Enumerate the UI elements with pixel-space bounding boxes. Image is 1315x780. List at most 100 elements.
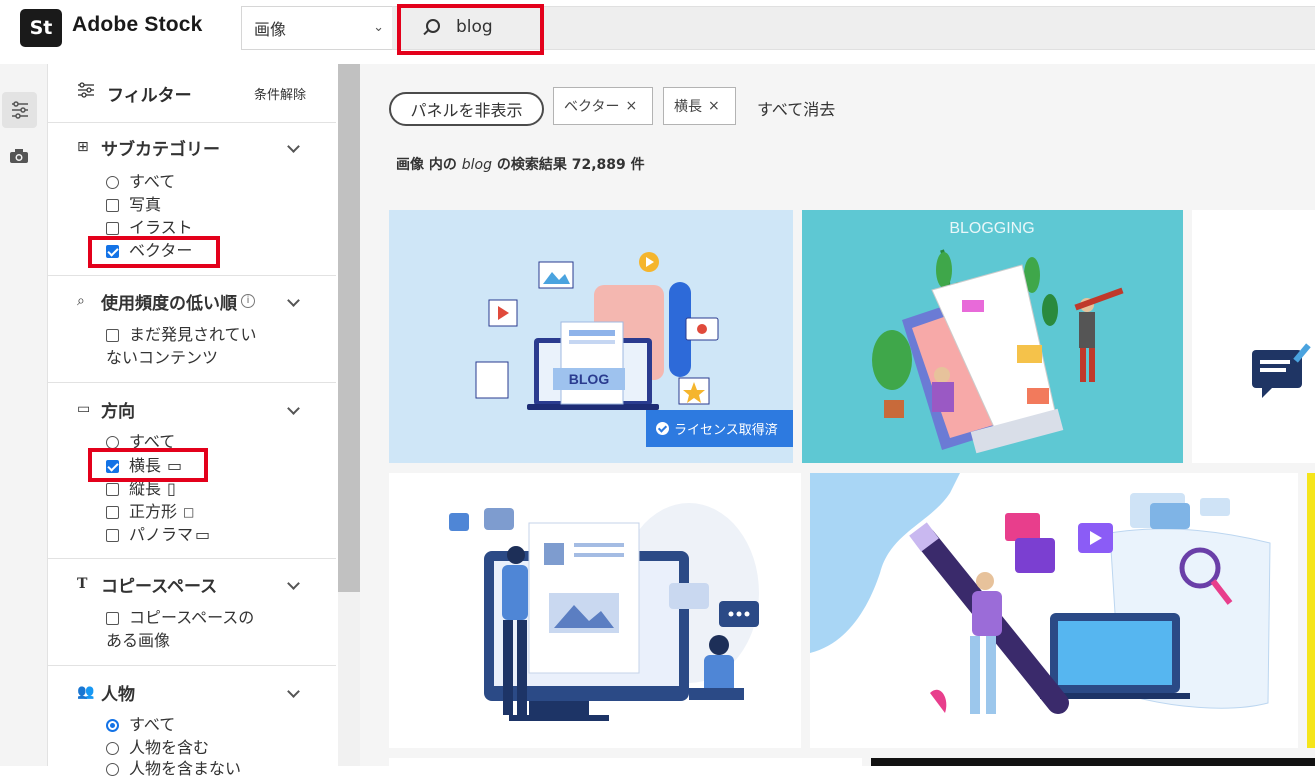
option-label: 写真 [129,195,162,214]
landscape-highlight-box [88,448,208,482]
vector-highlight-box [88,236,220,268]
divider [48,382,336,383]
section-low-usage-header[interactable]: ⌕ 使用頻度の低い順 i [77,290,255,314]
result-tile[interactable]: BLOGGING [802,210,1183,463]
clear-filters-link[interactable]: 条件解除 [254,84,306,103]
radio-selected[interactable] [106,718,119,732]
text-icon: T [77,576,88,592]
check-circle-icon [656,422,669,435]
panorama-icon: ▭ [195,525,211,544]
close-icon[interactable]: × [708,98,720,114]
adobe-stock-logo[interactable]: St [20,9,62,47]
option-label-continued: ないコンテンツ [106,347,218,369]
section-subcategory-header[interactable]: ⊞ サブカテゴリー [77,136,220,160]
results-prefix: 画像 内の [396,157,457,173]
scrollbar-thumb[interactable] [338,64,360,592]
radio[interactable] [106,741,119,755]
writer-pencil-illustration [810,473,1271,714]
chip-label: ベクター [564,99,620,115]
checkbox[interactable] [106,221,119,235]
result-tile[interactable] [810,473,1298,748]
option-label: ないコンテンツ [106,348,219,367]
asset-type-select[interactable]: 画像 ⌄ [241,6,392,50]
grid-icon: ⊞ [77,139,89,155]
tile-title: BLOG [569,371,610,387]
tile-title: BLOGGING [949,220,1034,237]
option-all[interactable]: すべて [106,171,175,193]
section-copy-space-header[interactable]: T コピースペース [77,573,218,597]
checkbox[interactable] [106,482,119,496]
result-tile[interactable] [1192,210,1315,463]
results-count: 画像 内の blog の検索結果 72,889 件 [396,154,645,174]
search-highlight-box [397,4,544,55]
option-label: 正方形 [129,502,178,521]
result-tile[interactable] [871,758,1315,766]
option-label: パノラマ [129,525,194,544]
chevron-down-icon[interactable] [287,142,301,156]
section-orientation-header[interactable]: ▭ 方向 [77,398,135,422]
info-icon[interactable]: i [241,294,255,308]
filter-icon [78,82,94,98]
filter-panel-header: フィルター 条件解除 [75,80,315,106]
clear-all-link[interactable]: すべて消去 [757,96,835,120]
content-writer-illustration [449,503,759,721]
rectangle-icon: ▭ [77,401,91,417]
hide-panel-button[interactable]: パネルを非表示 [389,92,544,126]
people-icon: 👥 [77,684,95,700]
section-people-header[interactable]: 👥 人物 [77,681,135,705]
chevron-down-icon[interactable] [287,579,301,593]
option-label-continued: ある画像 [106,630,170,652]
divider [48,122,336,123]
option-undiscovered[interactable]: まだ発見されてい [106,324,257,346]
divider [48,665,336,666]
chevron-down-icon[interactable] [287,404,301,418]
close-icon[interactable]: × [625,98,637,114]
result-tile[interactable] [1307,473,1315,748]
option-label: すべて [129,715,176,734]
option-all[interactable]: すべて [106,714,175,736]
blogging-illustration: BLOGGING [872,220,1124,454]
camera-icon[interactable] [9,148,29,164]
section-title: コピースペース [101,576,218,597]
chevron-down-icon: ⌄ [373,20,384,35]
sliders-icon [11,101,28,119]
filter-toggle-button[interactable] [2,92,37,128]
radio[interactable] [106,175,119,189]
filter-chip-landscape[interactable]: 横長 × [663,87,736,125]
option-copy-space[interactable]: コピースペースの [106,607,254,629]
section-title: 方向 [101,401,135,422]
result-tile[interactable] [389,758,862,766]
result-tile[interactable] [389,473,801,748]
section-title: サブカテゴリー [101,139,220,160]
checkbox[interactable] [106,505,119,519]
chevron-down-icon[interactable] [287,687,301,701]
section-title: 使用頻度の低い順 [101,293,237,314]
square-icon: □ [183,505,195,519]
left-rail [0,64,48,766]
filter-title: フィルター [107,86,192,106]
search-doc-icon: ⌕ [77,293,85,309]
results-suffix: の検索結果 72,889 件 [496,157,645,173]
radio[interactable] [106,435,119,449]
chevron-down-icon[interactable] [287,296,301,310]
checkbox[interactable] [106,528,119,542]
chip-label: 横長 [674,99,702,115]
option-square[interactable]: 正方形 □ [106,501,194,523]
option-label: まだ発見されてい [129,325,257,344]
option-with-people[interactable]: 人物を含む [106,737,209,759]
checkbox[interactable] [106,198,119,212]
section-title: 人物 [101,684,135,705]
radio[interactable] [106,762,119,776]
option-label: ある画像 [106,631,171,650]
logo-text[interactable]: Adobe Stock [72,13,203,37]
checkbox[interactable] [106,611,119,625]
top-header: St Adobe Stock 画像 ⌄ blog [0,0,1315,56]
chat-illustration [1252,343,1311,398]
option-panorama[interactable]: パノラマ ▭ [106,524,210,546]
filter-chip-vector[interactable]: ベクター × [553,87,653,125]
checkbox[interactable] [106,328,119,342]
results-query: blog [461,157,492,173]
option-photo[interactable]: 写真 [106,194,161,216]
divider [48,275,336,276]
option-without-people[interactable]: 人物を含まない [106,758,241,780]
